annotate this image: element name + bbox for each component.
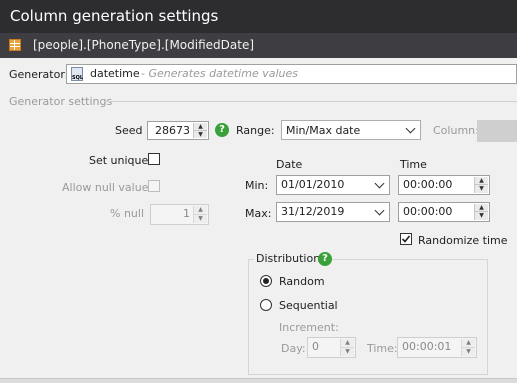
max-label: Max: (245, 207, 272, 220)
max-time-stepper[interactable]: 00:00:00 ▲ ▼ (398, 202, 490, 222)
bottom-border (0, 378, 517, 383)
random-label: Random (279, 275, 325, 288)
day-label: Day: (281, 342, 306, 355)
date-header: Date (276, 158, 303, 171)
min-label: Min: (245, 179, 269, 192)
day-stepper[interactable]: 0 ▲ ▼ (307, 337, 356, 358)
chevron-down-icon (374, 205, 385, 216)
generator-selector[interactable]: SQL datetime - Generates datetime values (66, 64, 517, 84)
max-date-picker[interactable]: 31/12/2019 (276, 202, 390, 222)
column-label: Column: (433, 124, 479, 137)
sql-datetime-icon: SQL (71, 67, 83, 81)
max-time-spin-buttons[interactable]: ▲ ▼ (474, 204, 488, 220)
percent-null-label: % null (110, 207, 145, 220)
increment-time-label: Time: (367, 342, 398, 355)
max-date-value: 31/12/2019 (281, 205, 345, 218)
distribution-help-icon[interactable]: ? (318, 252, 332, 266)
seed-stepper[interactable]: 28673 ▲ ▼ (147, 121, 209, 140)
table-icon (9, 39, 21, 51)
min-date-picker[interactable]: 01/01/2010 (276, 175, 390, 195)
random-radio[interactable] (260, 275, 272, 287)
column-path-bar: [people].[PhoneType].[ModifiedDate] (0, 33, 517, 58)
percent-null-spin-buttons[interactable]: ▲ ▼ (193, 206, 207, 223)
increment-time-value: 00:00:01 (402, 340, 452, 353)
section-divider (105, 101, 517, 102)
generator-settings-label: Generator settings (9, 95, 113, 108)
allow-null-checkbox[interactable] (148, 180, 160, 192)
chevron-down-icon (374, 178, 385, 189)
percent-null-stepper[interactable]: 1 ▲ ▼ (150, 204, 209, 225)
seed-label: Seed (115, 124, 143, 137)
checkmark-icon (401, 235, 411, 243)
min-time-stepper[interactable]: 00:00:00 ▲ ▼ (398, 175, 490, 195)
allow-null-label: Allow null values (62, 181, 155, 194)
sequential-radio[interactable] (260, 299, 272, 311)
seed-value: 28673 (155, 124, 190, 137)
column-path: [people].[PhoneType].[ModifiedDate] (33, 38, 255, 52)
time-header: Time (400, 158, 427, 171)
chevron-down-icon (405, 123, 416, 134)
range-label: Range: (236, 124, 275, 137)
min-date-value: 01/01/2010 (281, 178, 345, 191)
range-value: Min/Max date (286, 124, 361, 137)
set-unique-label: Set unique (89, 154, 149, 167)
generator-description: - Generates datetime values (141, 67, 298, 80)
day-spin-buttons[interactable]: ▲ ▼ (340, 339, 354, 356)
randomize-time-checkbox[interactable] (400, 233, 412, 245)
seed-spin-buttons[interactable]: ▲ ▼ (193, 123, 207, 138)
increment-time-stepper[interactable]: 00:00:01 ▲ ▼ (397, 337, 477, 358)
window-title: Column generation settings (0, 0, 517, 33)
distribution-label: Distribution (254, 252, 323, 265)
column-dropdown[interactable] (477, 120, 517, 142)
randomize-time-label: Randomize time (418, 234, 508, 247)
generator-label: Generator: (9, 68, 69, 81)
sequential-label: Sequential (279, 299, 338, 312)
increment-label: Increment: (279, 321, 339, 334)
min-time-spin-buttons[interactable]: ▲ ▼ (474, 177, 488, 193)
generator-name: datetime (90, 67, 140, 80)
set-unique-checkbox[interactable] (148, 153, 160, 165)
increment-time-spin-buttons[interactable]: ▲ ▼ (461, 339, 475, 356)
max-time-value: 00:00:00 (403, 205, 453, 218)
min-time-value: 00:00:00 (403, 178, 453, 191)
day-value: 0 (312, 340, 319, 353)
seed-help-icon[interactable]: ? (215, 123, 229, 137)
range-dropdown[interactable]: Min/Max date (281, 120, 421, 140)
percent-null-value: 1 (183, 207, 190, 220)
